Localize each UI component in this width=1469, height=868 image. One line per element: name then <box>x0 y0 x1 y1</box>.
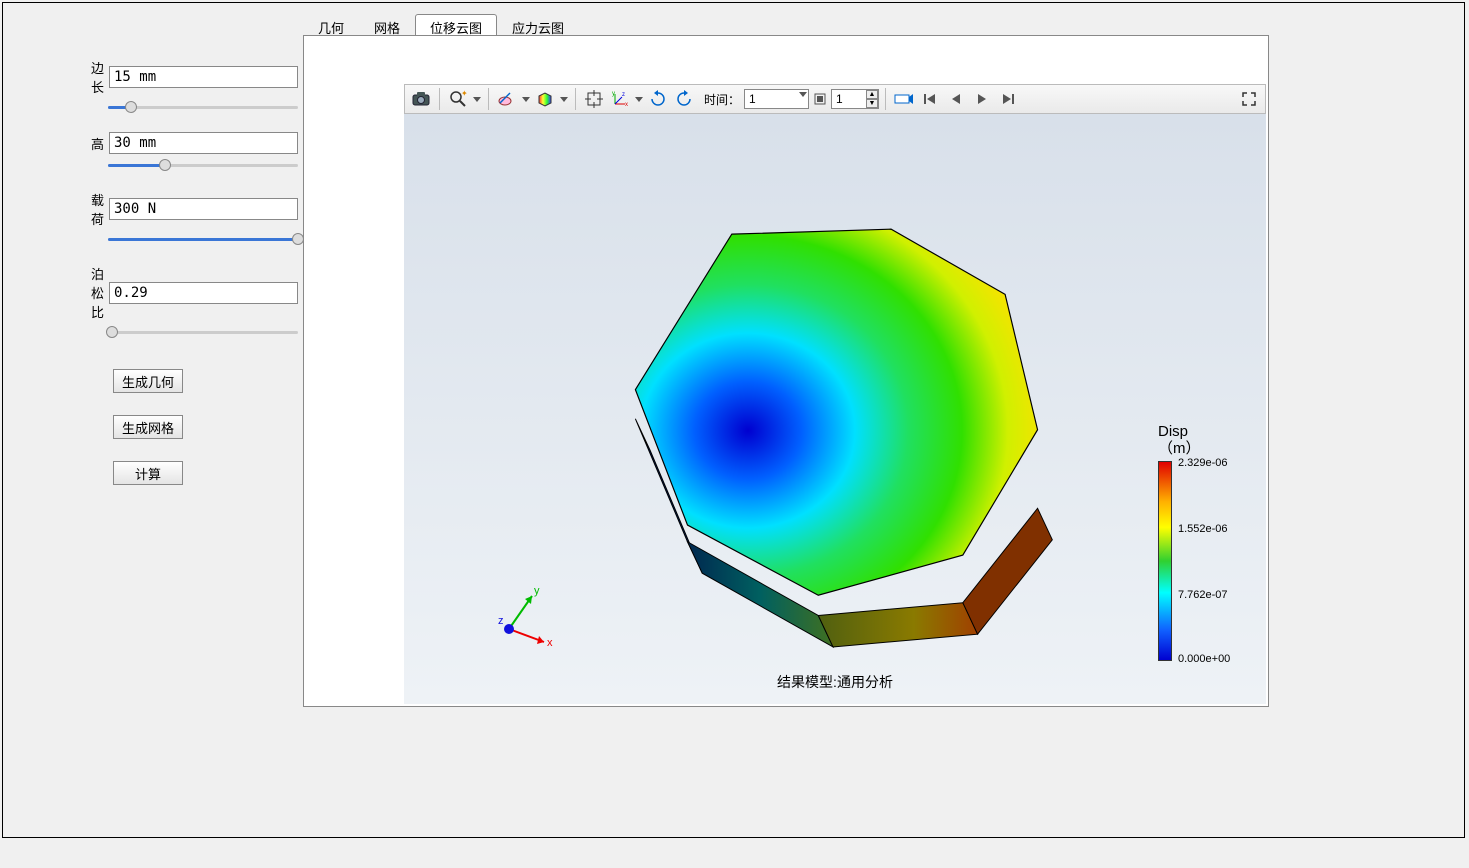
legend-title: Disp（m） <box>1158 424 1248 457</box>
render-style-dropdown[interactable] <box>559 87 569 111</box>
rotate-cw-icon[interactable] <box>646 87 670 111</box>
frame-up[interactable]: ▲ <box>866 90 878 99</box>
time-select[interactable] <box>744 89 809 109</box>
camera-icon[interactable] <box>409 87 433 111</box>
legend-min: 0.000e+00 <box>1178 653 1230 665</box>
param-row-height: 高 <box>88 132 298 154</box>
legend-tick-1: 1.552e-06 <box>1178 523 1228 535</box>
fullscreen-icon[interactable] <box>1237 87 1261 111</box>
parameter-panel: 边长 高 载荷 泊松比 <box>88 58 298 507</box>
legend-max: 2.329e-06 <box>1178 457 1228 469</box>
frame-down[interactable]: ▼ <box>866 99 878 108</box>
render-style-icon[interactable] <box>533 87 557 111</box>
poisson-slider[interactable] <box>108 325 298 339</box>
sidelen-slider[interactable] <box>108 100 298 114</box>
svg-text:z: z <box>498 615 504 627</box>
legend-tick-2: 7.762e-07 <box>1178 589 1228 601</box>
color-legend: Disp（m） 2.329e-06 1.552e-06 7.762e-07 0.… <box>1158 424 1248 661</box>
action-buttons: 生成几何 生成网格 计算 <box>113 369 298 485</box>
svg-text:x: x <box>625 102 628 108</box>
param-label-sidelen: 边长 <box>88 58 104 96</box>
compute-button[interactable]: 计算 <box>113 461 183 485</box>
view-area: ✦ xyz 时间 <box>303 35 1269 707</box>
time-label: 时间： <box>704 91 740 108</box>
svg-text:z: z <box>622 92 625 98</box>
sidelen-input[interactable] <box>109 66 298 88</box>
height-slider[interactable] <box>108 158 298 172</box>
param-row-load: 载荷 <box>88 190 298 228</box>
prev-frame-icon[interactable] <box>944 87 968 111</box>
last-frame-icon[interactable] <box>996 87 1020 111</box>
fit-view-icon[interactable] <box>582 87 606 111</box>
param-label-load: 载荷 <box>88 190 104 228</box>
generate-geometry-button[interactable]: 生成几何 <box>113 369 183 393</box>
play-icon[interactable] <box>970 87 994 111</box>
load-slider[interactable] <box>108 232 298 246</box>
legend-colorbar <box>1158 461 1172 661</box>
axes-view-icon[interactable]: x y z <box>608 87 632 111</box>
poisson-input[interactable] <box>109 282 298 304</box>
axes-view-dropdown[interactable] <box>634 87 644 111</box>
svg-text:y: y <box>534 585 540 597</box>
param-label-poisson: 泊松比 <box>88 264 104 321</box>
svg-text:x: x <box>547 637 553 649</box>
stop-icon[interactable] <box>811 87 829 111</box>
coordinate-triad-icon: x y z <box>489 574 569 654</box>
viewport-toolbar: ✦ xyz 时间 <box>404 84 1266 114</box>
3d-viewport[interactable]: x y z Disp（m） 2.329e-06 1.552e-06 7.762e… <box>404 114 1266 704</box>
result-model-label: 结果模型:通用分析 <box>777 672 893 692</box>
clip-plane-dropdown[interactable] <box>521 87 531 111</box>
param-row-poisson: 泊松比 <box>88 264 298 321</box>
param-row-sidelen: 边长 <box>88 58 298 96</box>
zoom-dropdown[interactable] <box>472 87 482 111</box>
animation-icon[interactable] <box>892 87 916 111</box>
svg-text:✦: ✦ <box>461 90 467 98</box>
svg-text:y: y <box>612 91 615 97</box>
height-input[interactable] <box>109 132 298 154</box>
rotate-ccw-icon[interactable] <box>672 87 696 111</box>
generate-mesh-button[interactable]: 生成网格 <box>113 415 183 439</box>
zoom-icon[interactable]: ✦ <box>446 87 470 111</box>
clip-plane-icon[interactable] <box>495 87 519 111</box>
app-frame: 边长 高 载荷 泊松比 <box>2 2 1465 838</box>
load-input[interactable] <box>109 198 298 220</box>
first-frame-icon[interactable] <box>918 87 942 111</box>
param-label-height: 高 <box>88 134 104 153</box>
